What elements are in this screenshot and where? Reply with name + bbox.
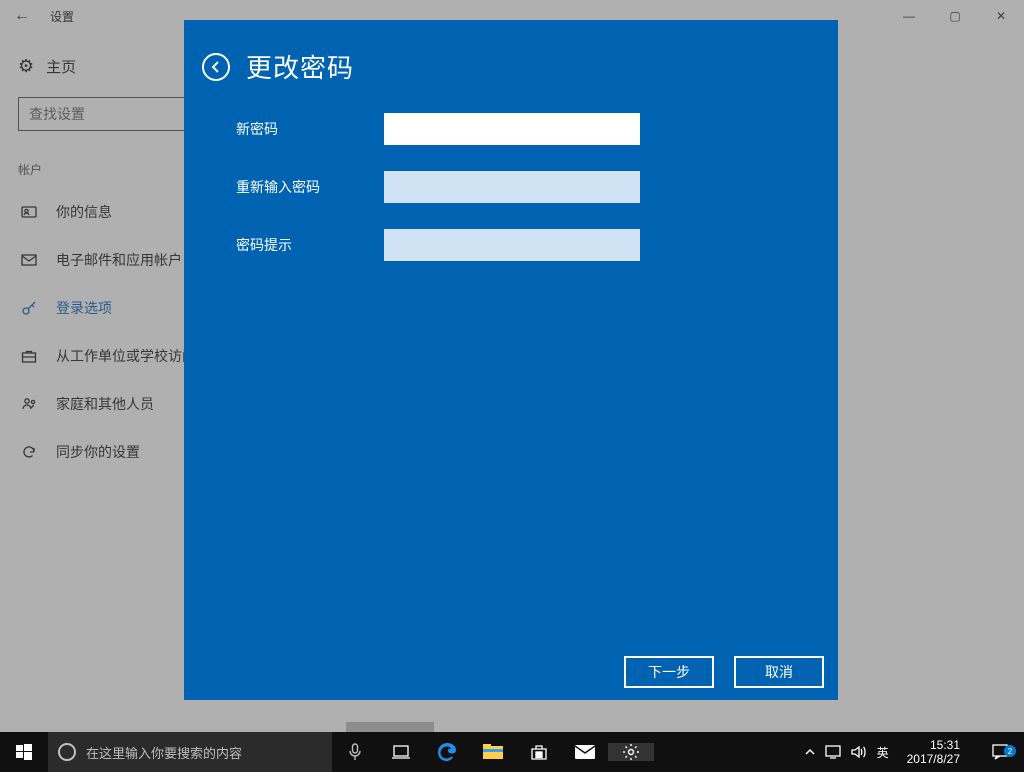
task-view-icon[interactable]: [378, 744, 424, 760]
mail-icon[interactable]: [562, 745, 608, 759]
new-password-input[interactable]: [384, 113, 640, 145]
tray-chevron-icon[interactable]: [805, 747, 815, 757]
start-button[interactable]: [0, 732, 48, 772]
cortana-search[interactable]: 在这里输入你要搜索的内容: [48, 732, 332, 772]
clock-date: 2017/8/27: [907, 752, 960, 766]
password-hint-input[interactable]: [384, 229, 640, 261]
file-explorer-icon[interactable]: [470, 744, 516, 760]
change-password-modal: 更改密码 新密码 重新输入密码 密码提示 下一步 取消: [184, 20, 838, 700]
edge-icon[interactable]: [424, 742, 470, 762]
password-hint-label: 密码提示: [236, 235, 384, 255]
cancel-button[interactable]: 取消: [734, 656, 824, 688]
clock[interactable]: 15:31 2017/8/27: [899, 738, 968, 767]
network-icon[interactable]: [825, 745, 841, 759]
confirm-password-input[interactable]: [384, 171, 640, 203]
action-center-icon[interactable]: 2: [978, 743, 1022, 761]
modal-back-button[interactable]: [202, 53, 230, 81]
notification-badge: 2: [1004, 745, 1016, 757]
new-password-label: 新密码: [236, 119, 384, 139]
next-button[interactable]: 下一步: [624, 656, 714, 688]
cortana-icon: [58, 743, 76, 761]
store-icon[interactable]: [516, 743, 562, 761]
mic-icon[interactable]: [332, 743, 378, 761]
settings-icon[interactable]: [608, 743, 654, 761]
taskbar: 在这里输入你要搜索的内容: [0, 732, 1024, 772]
confirm-password-label: 重新输入密码: [236, 177, 384, 197]
cortana-placeholder: 在这里输入你要搜索的内容: [86, 743, 242, 762]
modal-title: 更改密码: [246, 48, 354, 85]
ime-indicator[interactable]: 英: [877, 744, 889, 761]
clock-time: 15:31: [907, 738, 960, 752]
volume-icon[interactable]: [851, 745, 867, 759]
